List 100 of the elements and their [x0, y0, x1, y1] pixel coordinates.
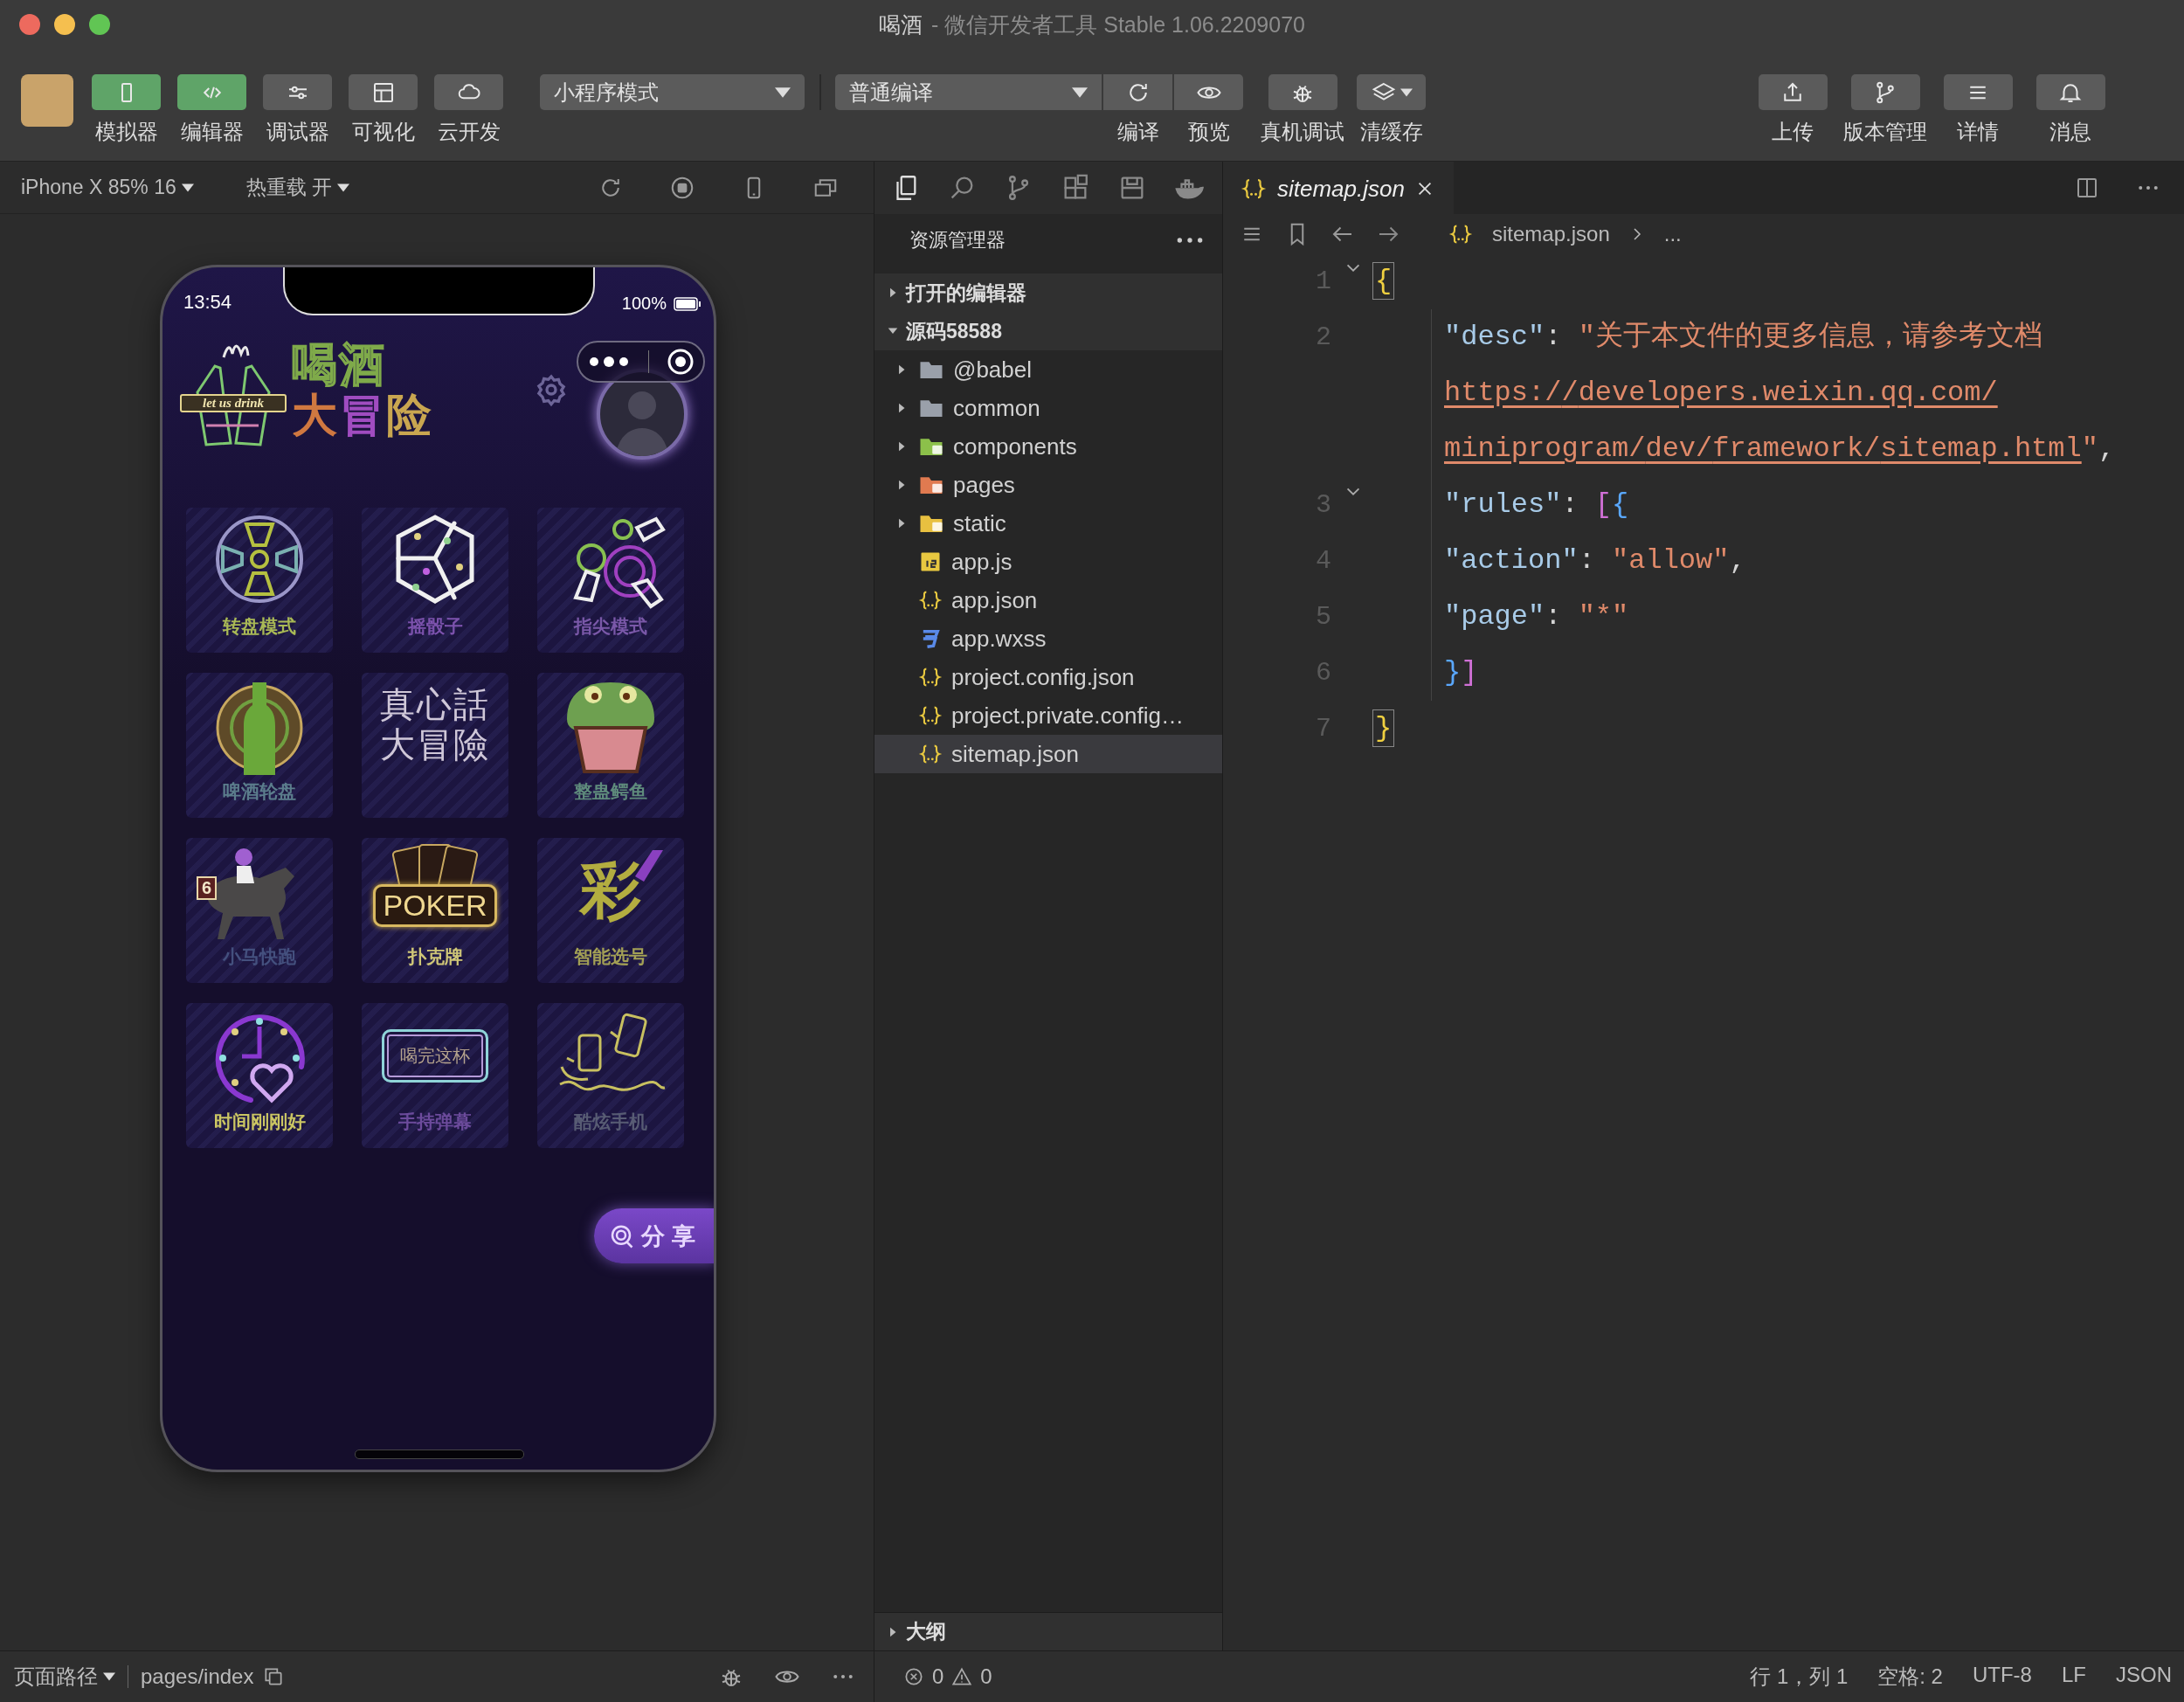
tile-label: 啤酒轮盘: [223, 780, 296, 803]
error-count: 0: [932, 1664, 944, 1689]
panel-title: 资源管理器: [909, 228, 1006, 253]
toolbar-button[interactable]: [349, 74, 418, 110]
app-title: 喝酒: [292, 340, 386, 389]
tree-item[interactable]: pages: [874, 466, 1222, 504]
app-title: 大冒险: [292, 391, 433, 439]
tree-item[interactable]: @babel: [874, 350, 1222, 389]
tile-label: 扑克牌: [407, 945, 463, 968]
tree-item[interactable]: project.config.json: [874, 658, 1222, 696]
tree-section[interactable]: 源码58588: [874, 312, 1222, 350]
compile-dropdown[interactable]: 普通编译: [835, 74, 1102, 110]
editor-tab[interactable]: sitemap.json: [1223, 162, 1454, 214]
game-tile[interactable]: 喝完这杯 手持弹幕: [362, 1003, 508, 1148]
toolbar-label: 编辑器: [180, 119, 244, 145]
toolbar-label: 清缓存: [1359, 119, 1423, 145]
toolbar-button[interactable]: [1268, 74, 1337, 110]
code-line: }]: [1431, 645, 2149, 701]
game-tile[interactable]: 啤酒轮盘: [186, 673, 333, 818]
tile-label: 时间刚刚好: [213, 1110, 306, 1133]
tree-item[interactable]: common: [874, 389, 1222, 427]
close-button[interactable]: [19, 14, 40, 35]
toolbar-label: 预览: [1187, 119, 1230, 145]
tree-item[interactable]: components: [874, 427, 1222, 466]
toolbar-label: 详情: [1957, 119, 1999, 145]
share-button[interactable]: 分享: [594, 1208, 714, 1263]
tile-label: 摇骰子: [407, 615, 463, 638]
toolbar-button[interactable]: [1357, 74, 1426, 110]
status-item[interactable]: 空格: 2: [1877, 1663, 1943, 1691]
code-line: "action": "allow",: [1431, 533, 2149, 589]
art-text: POKER: [373, 883, 497, 927]
window-subtitle: - 微信开发者工具 Stable 1.06.2209070: [931, 10, 1305, 38]
toolbar-button[interactable]: [1758, 74, 1828, 110]
battery-icon: [674, 296, 702, 311]
tile-label: 整蛊鳄鱼: [574, 780, 647, 803]
caret-icon: [103, 1671, 115, 1683]
page-path: pages/index: [141, 1664, 254, 1689]
close-icon[interactable]: [667, 348, 695, 376]
status-item[interactable]: UTF-8: [1972, 1663, 2032, 1691]
tile-label: 智能选号: [574, 945, 647, 968]
toolbar-label: 模拟器: [94, 119, 158, 145]
breadcrumb-item[interactable]: ...: [1663, 221, 1682, 246]
toolbar-button[interactable]: [2035, 74, 2105, 110]
breadcrumb-item[interactable]: sitemap.json: [1492, 221, 1610, 246]
tree-item[interactable]: app.wxss: [874, 619, 1222, 658]
warning-icon: [950, 1665, 974, 1688]
code-line: {: [1375, 253, 2080, 309]
zoom-button[interactable]: [89, 14, 110, 35]
toolbar-label: 消息: [2049, 119, 2091, 145]
game-tile[interactable]: 6 小马快跑: [186, 838, 333, 983]
tile-label: 转盘模式: [223, 615, 296, 638]
page-path-dropdown[interactable]: 页面路径: [14, 1663, 115, 1691]
game-tile[interactable]: 真心話大冒險: [362, 673, 508, 818]
toolbar-button[interactable]: [1103, 74, 1172, 110]
code-line: "page": "*": [1431, 589, 2149, 645]
logo-text: let us drink: [180, 393, 287, 412]
device-dropdown[interactable]: iPhone X 85% 16: [21, 176, 194, 199]
code-line: "rules": [{: [1431, 477, 2149, 533]
tree-item[interactable]: project.private.config…: [874, 696, 1222, 735]
toolbar-label: 版本管理: [1843, 119, 1927, 145]
art-text: 彩: [580, 855, 641, 925]
game-tile[interactable]: POKER 扑克牌: [362, 838, 508, 983]
art-text: 喝完这杯: [382, 1028, 488, 1083]
mode-dropdown[interactable]: 小程序模式: [540, 74, 805, 110]
toolbar-label: 云开发: [437, 119, 501, 145]
tree-section[interactable]: 大纲: [874, 1612, 1222, 1650]
tile-label: 小马快跑: [223, 945, 296, 968]
warning-count: 0: [980, 1664, 992, 1689]
battery-level: 100%: [621, 294, 667, 314]
tree-item[interactable]: sitemap.json: [874, 735, 1222, 773]
status-item[interactable]: LF: [2061, 1663, 2086, 1691]
toolbar-label: 上传: [1772, 119, 1814, 145]
status-time: 13:54: [183, 291, 232, 314]
toolbar-label: 调试器: [266, 119, 329, 145]
tile-label: 手持弹幕: [398, 1110, 472, 1133]
tree-item[interactable]: app.js: [874, 543, 1222, 581]
hot-reload-dropdown[interactable]: 热重载 开: [245, 174, 350, 201]
tree-item[interactable]: app.json: [874, 581, 1222, 619]
toolbar-label: 真机调试: [1261, 119, 1344, 145]
game-tile[interactable]: 转盘模式: [186, 508, 333, 653]
tile-label: 指尖模式: [574, 615, 647, 638]
status-item[interactable]: 行 1，列 1: [1750, 1663, 1849, 1691]
game-tile[interactable]: 彩 智能选号: [537, 838, 684, 983]
game-tile[interactable]: 整蛊鳄鱼: [537, 673, 684, 818]
tree-item[interactable]: static: [874, 504, 1222, 543]
toolbar-button[interactable]: [1850, 74, 1920, 110]
tree-section[interactable]: 打开的编辑器: [874, 273, 1222, 312]
toolbar-button[interactable]: [434, 74, 503, 110]
status-item[interactable]: JSON: [2116, 1663, 2172, 1691]
game-tile[interactable]: 时间刚刚好: [186, 1003, 333, 1148]
toolbar-label: 可视化: [351, 119, 415, 145]
code-line: "desc": "关于本文件的更多信息，请参考文档 https://developers.weixin.qq.com/miniprogram/dev/framework/sitemap.html",: [1431, 309, 2149, 477]
art-text: 6: [197, 876, 218, 900]
toolbar-button[interactable]: [263, 74, 332, 110]
window-title: 喝酒: [879, 10, 923, 38]
art-text: 真心話大冒險: [379, 685, 491, 765]
toolbar-button[interactable]: [1174, 74, 1243, 110]
toolbar-button[interactable]: [1943, 74, 2013, 110]
tile-label: 酷炫手机: [574, 1110, 647, 1133]
minimize-button[interactable]: [54, 14, 75, 35]
